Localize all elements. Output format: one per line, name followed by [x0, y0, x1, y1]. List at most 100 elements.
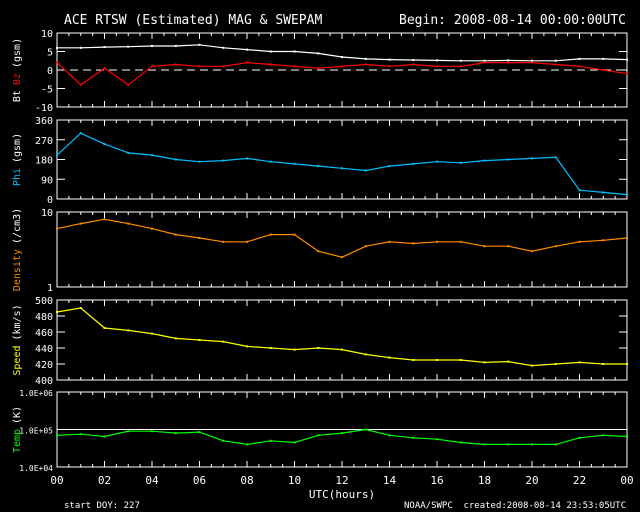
- series-bz-point: [341, 65, 343, 68]
- series-phi-point: [56, 154, 58, 157]
- series-density-point: [269, 233, 272, 236]
- speed-y-tick-label: 420: [35, 360, 53, 371]
- series-bt-point: [388, 58, 391, 61]
- series-density-line: [56, 218, 628, 258]
- series-density-point: [79, 222, 82, 225]
- series-speed-point: [246, 345, 248, 348]
- x-tick-label: 06: [193, 474, 206, 487]
- series-phi-point: [507, 158, 510, 161]
- series-bt-point: [317, 52, 320, 55]
- series-bz-point: [246, 61, 248, 64]
- x-tick-label: 04: [145, 474, 159, 487]
- series-speed-point: [507, 360, 510, 363]
- x-tick-label: 22: [573, 474, 586, 487]
- series-bt-point: [483, 59, 486, 62]
- series-phi-point: [602, 191, 605, 194]
- series-phi-point: [554, 156, 557, 159]
- series-bt-point: [269, 50, 272, 53]
- temp-y-label: Temp (K): [12, 406, 23, 453]
- series-temp-point: [317, 434, 320, 437]
- ace-rtsw-chart: ACE RTSW (Estimated) MAG & SWEPAM Begin:…: [12, 13, 634, 511]
- series-speed-point: [103, 327, 106, 329]
- mag-y-tick-label: 5: [47, 48, 53, 59]
- series-speed-point: [459, 359, 462, 361]
- phi-panel-frame: [56, 119, 628, 200]
- series-density-point: [483, 245, 486, 248]
- series-temp-point: [412, 436, 415, 439]
- speed-panel-frame: [56, 299, 628, 381]
- series-bz-point: [317, 67, 320, 70]
- x-tick-label: 00: [620, 474, 633, 487]
- series-density-point: [151, 227, 153, 230]
- series-speed-point: [364, 353, 367, 356]
- mag-y-label-part: (gsm): [12, 38, 23, 68]
- series-bz-point: [103, 67, 106, 70]
- series-density-point: [174, 233, 177, 236]
- series-density-point: [222, 240, 225, 243]
- speed-y-tick-label: 460: [35, 328, 53, 339]
- series-density-point: [246, 240, 248, 243]
- series-speed-point: [317, 347, 320, 349]
- series-bt-point: [554, 59, 557, 62]
- series-density-point: [293, 233, 296, 236]
- series-temp-point: [364, 428, 367, 431]
- series-bt-point: [626, 58, 628, 61]
- series-phi-point: [174, 158, 177, 161]
- series-bz-point: [602, 69, 605, 71]
- series-phi-point: [151, 154, 153, 157]
- phi-y-tick-label: 360: [35, 116, 53, 127]
- mag-y-label: Bt Bz (gsm): [12, 38, 23, 102]
- series-temp-point: [79, 433, 82, 436]
- series-temp-point: [56, 434, 58, 437]
- series-bt-point: [578, 57, 581, 60]
- series-temp-point: [222, 439, 225, 442]
- series-phi-line: [56, 132, 628, 196]
- series-phi-point: [246, 157, 248, 160]
- x-tick-label: 08: [240, 474, 253, 487]
- series-temp-point: [626, 435, 628, 438]
- series-temp-point: [103, 435, 106, 438]
- series-phi-point: [459, 161, 462, 164]
- series-bt-point: [56, 46, 58, 49]
- series-speed-point: [578, 361, 581, 364]
- series-temp-point: [293, 441, 296, 444]
- series-speed-point: [626, 363, 628, 365]
- x-tick-label: 20: [525, 474, 538, 487]
- series-temp-point: [151, 430, 153, 433]
- series-bz-point: [151, 65, 153, 68]
- series-speed-point: [388, 356, 391, 359]
- x-tick-label: 10: [288, 474, 301, 487]
- series-bz-point: [79, 83, 82, 86]
- series-bt-point: [222, 46, 225, 49]
- speed-y-tick-label: 480: [35, 312, 53, 323]
- mag-y-tick-label: 10: [41, 29, 53, 40]
- series-speed-point: [341, 348, 343, 351]
- footer-noaa: NOAA/SWPC: [404, 501, 453, 511]
- series-bz-point: [222, 65, 225, 68]
- series-bz-point: [56, 61, 58, 64]
- series-phi-point: [531, 157, 533, 160]
- series-speed-point: [198, 339, 201, 341]
- series-speed-point: [293, 348, 296, 351]
- series-density-point: [317, 250, 320, 253]
- mag-y-tick-label: -10: [35, 103, 53, 114]
- series-density-point: [436, 240, 438, 243]
- series-phi-point: [79, 132, 82, 135]
- speed-y-label: Speed (km/s): [12, 304, 23, 375]
- series-temp-point: [459, 441, 462, 444]
- series-density-point: [127, 222, 130, 225]
- series-temp-point: [174, 432, 177, 435]
- series-temp-point: [554, 443, 557, 446]
- series-density-point: [459, 240, 462, 243]
- series-phi-point: [269, 160, 272, 163]
- series-bt-point: [151, 44, 153, 47]
- series-phi-point: [198, 160, 201, 163]
- series-temp-point: [436, 438, 438, 441]
- density-y-label-part: Density: [12, 249, 23, 291]
- series-density-point: [56, 227, 58, 230]
- x-tick-label: 18: [478, 474, 491, 487]
- x-axis-label: UTC(hours): [309, 488, 375, 501]
- series-temp-point: [246, 443, 248, 446]
- series-speed-line: [56, 307, 627, 367]
- series-bz-point: [174, 63, 177, 66]
